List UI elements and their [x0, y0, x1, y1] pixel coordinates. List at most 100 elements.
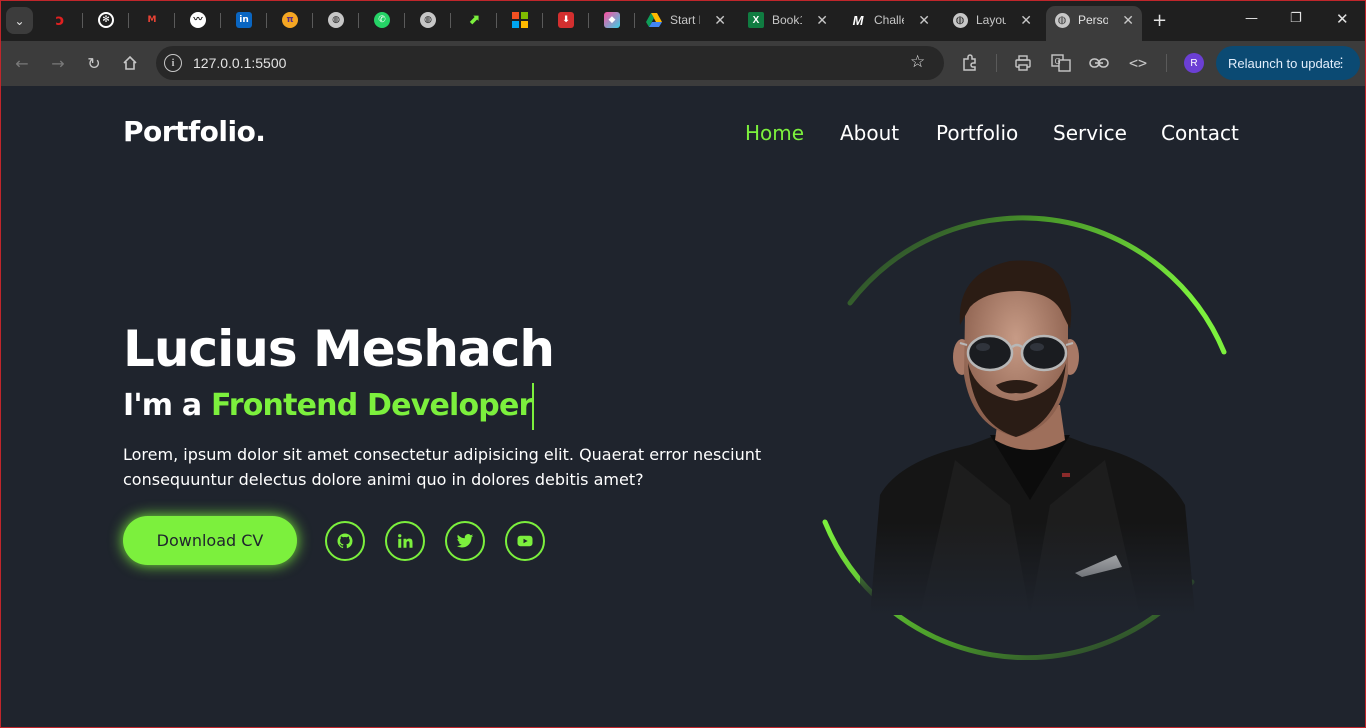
- youtube-link[interactable]: [505, 521, 545, 561]
- pinned-tab-gmail[interactable]: M: [142, 10, 162, 30]
- close-icon[interactable]: ✕: [918, 12, 930, 29]
- restore-icon[interactable]: ❐: [1290, 11, 1302, 26]
- tab-separator: [588, 13, 589, 28]
- home-icon[interactable]: [119, 52, 141, 74]
- translate-icon[interactable]: G: [1050, 52, 1072, 74]
- linkedin-icon: [398, 534, 413, 548]
- tab-separator: [450, 13, 451, 28]
- extensions-icon[interactable]: [959, 52, 981, 74]
- tab-title: Perso: [1078, 13, 1108, 27]
- tab-title: Challe: [874, 13, 904, 27]
- print-icon[interactable]: [1012, 52, 1034, 74]
- close-icon[interactable]: ✕: [816, 12, 828, 29]
- profile-avatar[interactable]: R: [1184, 53, 1204, 73]
- tab-separator: [312, 13, 313, 28]
- cube-icon: ◆: [604, 12, 620, 28]
- pulse-icon: 〰: [190, 12, 206, 28]
- tab-separator: [634, 13, 635, 28]
- tab-start-page[interactable]: Start P ✕: [646, 8, 726, 32]
- tab-separator: [496, 13, 497, 28]
- nav-portfolio[interactable]: Portfolio: [936, 121, 1018, 145]
- typing-cursor: [532, 383, 534, 430]
- pinned-tab-pi[interactable]: π: [280, 10, 300, 30]
- pinned-tab-openai[interactable]: ✻: [96, 10, 116, 30]
- bookmark-star-icon[interactable]: ☆: [910, 52, 925, 72]
- youtube-icon: [517, 535, 533, 547]
- toolbar-separator: [1166, 54, 1167, 72]
- pinned-tab-linkedin[interactable]: in: [234, 10, 254, 30]
- pinned-tab-cube[interactable]: ◆: [602, 10, 622, 30]
- pinned-tab-airtel[interactable]: ↄ: [50, 10, 70, 30]
- airtel-icon: ↄ: [55, 10, 65, 29]
- close-icon[interactable]: ✕: [1122, 12, 1134, 29]
- hero-role: I'm a Frontend Developer: [123, 388, 533, 423]
- site-logo[interactable]: Portfolio.: [123, 115, 266, 148]
- tab-personal-portfolio[interactable]: ◍ Perso ✕: [1054, 8, 1134, 32]
- tab-title: Start P: [670, 13, 700, 27]
- pinned-tab-globe-2[interactable]: ◍: [418, 10, 438, 30]
- m-logo-icon: M: [852, 12, 864, 28]
- pinned-tab-globe[interactable]: ◍: [326, 10, 346, 30]
- nav-home[interactable]: Home: [745, 121, 804, 145]
- pinned-tab-download[interactable]: ⬇: [556, 10, 576, 30]
- close-icon[interactable]: ✕: [1020, 12, 1032, 29]
- linkedin-icon: in: [236, 12, 252, 28]
- relaunch-to-update-button[interactable]: Relaunch to update ⋮: [1216, 46, 1360, 80]
- tab-separator: [358, 13, 359, 28]
- code-icon[interactable]: <>: [1127, 52, 1149, 74]
- forward-icon[interactable]: →: [47, 52, 69, 74]
- tab-separator: [404, 13, 405, 28]
- minimize-icon[interactable]: —: [1245, 11, 1258, 26]
- excel-icon: X: [748, 12, 764, 28]
- reload-icon[interactable]: ↻: [83, 52, 105, 74]
- tab-separator: [128, 13, 129, 28]
- tab-separator: [174, 13, 175, 28]
- toolbar-separator: [996, 54, 997, 72]
- gmail-icon: M: [147, 14, 157, 25]
- linkedin-link[interactable]: [385, 521, 425, 561]
- pinned-tab-microsoft[interactable]: [510, 10, 530, 30]
- tab-separator: [542, 13, 543, 28]
- growth-chart-icon: ⬈: [468, 12, 480, 28]
- tab-separator: [220, 13, 221, 28]
- github-icon: [337, 533, 353, 549]
- nav-about[interactable]: About: [840, 121, 899, 145]
- site-info-icon[interactable]: i: [164, 54, 182, 72]
- globe-icon: ◍: [952, 12, 968, 28]
- tab-separator: [266, 13, 267, 28]
- download-arrow-icon: ⬇: [558, 12, 574, 28]
- pinned-tab-analytics[interactable]: 〰: [188, 10, 208, 30]
- pinned-tab-chart[interactable]: ⬈: [464, 10, 484, 30]
- more-vert-icon[interactable]: ⋮: [1335, 55, 1348, 71]
- download-cv-button[interactable]: Download CV: [123, 516, 297, 565]
- twitter-link[interactable]: [445, 521, 485, 561]
- link-icon[interactable]: [1088, 52, 1110, 74]
- twitter-icon: [456, 534, 474, 548]
- github-link[interactable]: [325, 521, 365, 561]
- nav-contact[interactable]: Contact: [1161, 121, 1239, 145]
- tab-layout[interactable]: ◍ Layou ✕: [952, 8, 1032, 32]
- new-tab-button[interactable]: +: [1152, 10, 1167, 31]
- globe-icon: ◍: [420, 12, 436, 28]
- nav-service[interactable]: Service: [1053, 121, 1127, 145]
- pinned-tab-whatsapp[interactable]: ✆: [372, 10, 392, 30]
- profile-photo: [860, 245, 1200, 615]
- close-window-icon[interactable]: ✕: [1336, 10, 1349, 28]
- whatsapp-icon: ✆: [374, 12, 390, 28]
- hero-name: Lucius Meshach: [123, 320, 555, 378]
- tab-challenge[interactable]: M Challe ✕: [850, 8, 930, 32]
- tab-book1[interactable]: X Book1 ✕: [748, 8, 828, 32]
- tab-separator: [82, 13, 83, 28]
- role-prefix: I'm a: [123, 388, 202, 423]
- tab-search-button[interactable]: ⌄: [6, 7, 33, 34]
- relaunch-label: Relaunch to update: [1228, 55, 1341, 71]
- google-drive-icon: [646, 12, 662, 28]
- close-icon[interactable]: ✕: [714, 12, 726, 29]
- microsoft-icon: [512, 12, 528, 28]
- globe-icon: ◍: [1054, 12, 1070, 28]
- tab-title: Layou: [976, 13, 1006, 27]
- globe-icon: ◍: [328, 12, 344, 28]
- role-highlight: Frontend Developer: [210, 388, 533, 423]
- url-text[interactable]: 127.0.0.1:5500: [193, 55, 286, 71]
- back-icon[interactable]: ←: [11, 52, 33, 74]
